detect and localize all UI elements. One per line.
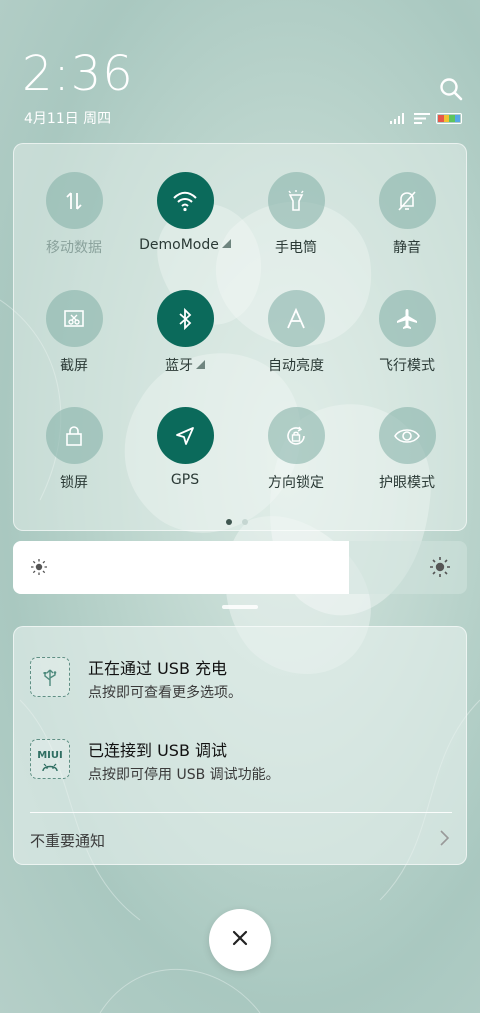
tile-gps[interactable]: GPS: [135, 407, 235, 488]
tile-silent[interactable]: 静音: [357, 172, 457, 257]
updown-arrows-icon: [45, 172, 103, 229]
miui-icon: MIUI: [30, 739, 70, 779]
page-indicator: [226, 519, 248, 525]
tile-rotation-lock[interactable]: 方向锁定: [246, 407, 346, 492]
battery-icon: [436, 113, 462, 124]
lock-icon: [45, 407, 103, 464]
usb-icon: [30, 657, 70, 697]
airplane-icon: [378, 290, 436, 347]
brightness-low-icon: [30, 558, 48, 580]
clock-time: 2:36: [22, 46, 134, 102]
divider: [30, 812, 452, 813]
page-dot: [242, 519, 248, 525]
auto-brightness-icon: [267, 290, 325, 347]
notification-subtitle: 点按即可停用 USB 调试功能。: [88, 767, 280, 783]
tile-mobile-data[interactable]: 移动数据: [24, 172, 124, 257]
navigation-icon: [156, 407, 214, 464]
unimportant-notifications-link[interactable]: 不重要通知: [30, 830, 105, 851]
expand-triangle-icon: [221, 239, 231, 248]
close-icon: [231, 929, 249, 951]
tile-label: 蓝牙: [165, 358, 193, 374]
chevron-right-icon: [438, 829, 450, 851]
brightness-slider[interactable]: [13, 541, 467, 594]
notification-subtitle: 点按即可查看更多选项。: [88, 685, 242, 701]
notification-panel: 正在通过 USB 充电 点按即可查看更多选项。 MIUI 已连接到 USB 调试…: [13, 626, 467, 865]
page-dot: [226, 519, 232, 525]
tile-airplane[interactable]: 飞行模式: [357, 290, 457, 375]
brightness-fill: [13, 541, 349, 594]
clear-all-button[interactable]: [209, 909, 271, 971]
flashlight-icon: [267, 172, 325, 229]
system-status-icons: [390, 109, 462, 128]
tile-flashlight[interactable]: 手电筒: [246, 172, 346, 257]
eye-icon: [378, 407, 436, 464]
screenshot-icon: [45, 290, 103, 347]
tile-label: 自动亮度: [268, 358, 324, 374]
tile-bluetooth[interactable]: 蓝牙: [135, 290, 235, 375]
bluetooth-icon: [156, 290, 214, 347]
tile-label: 方向锁定: [268, 475, 324, 491]
notification-lines-icon: [414, 109, 430, 128]
tile-label: 锁屏: [60, 475, 88, 491]
date-label: 4月11日 周四: [24, 111, 112, 127]
tile-lock-screen[interactable]: 锁屏: [24, 407, 124, 492]
search-icon[interactable]: [438, 76, 464, 102]
drag-handle[interactable]: [222, 605, 258, 609]
notification-title: 正在通过 USB 充电: [88, 659, 228, 678]
tile-label: 护眼模式: [379, 475, 435, 491]
brightness-high-icon: [429, 556, 451, 582]
tile-label: 移动数据: [46, 240, 102, 256]
notification-title: 已连接到 USB 调试: [88, 741, 228, 760]
tile-label: 截屏: [60, 358, 88, 374]
quick-settings-panel: 移动数据 DemoMode 手电筒 静音 截屏 蓝牙 自动亮度 飞行模式 锁屏 …: [13, 143, 467, 531]
tile-label: 飞行模式: [379, 358, 435, 374]
rotation-lock-icon: [267, 407, 325, 464]
bell-off-icon: [378, 172, 436, 229]
tile-label: 静音: [393, 240, 421, 256]
tile-label: DemoMode: [139, 237, 219, 253]
miui-logo-text: MIUI: [37, 750, 63, 761]
wifi-icon: [156, 172, 214, 229]
signal-icon: [390, 109, 408, 128]
tile-eye-protection[interactable]: 护眼模式: [357, 407, 457, 492]
tile-auto-brightness[interactable]: 自动亮度: [246, 290, 346, 375]
tile-label: 手电筒: [275, 240, 317, 256]
tile-label: GPS: [170, 472, 200, 488]
tile-screenshot[interactable]: 截屏: [24, 290, 124, 375]
expand-triangle-icon: [196, 360, 205, 369]
tile-wifi[interactable]: DemoMode: [135, 172, 235, 253]
